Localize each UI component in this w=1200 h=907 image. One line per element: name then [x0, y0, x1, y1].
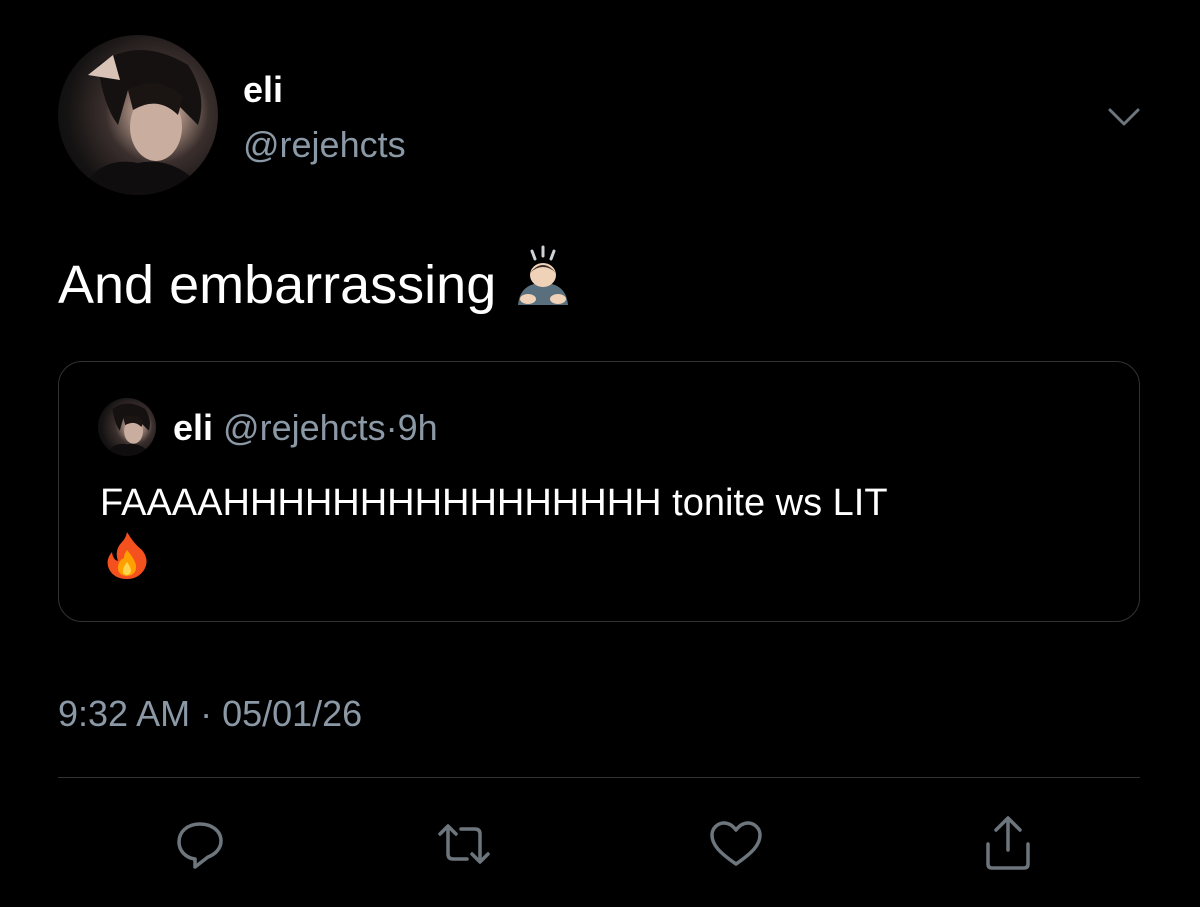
share-icon: [986, 816, 1030, 870]
heart-icon: [710, 821, 762, 866]
chevron-down-icon: [1108, 108, 1140, 126]
avatar-photo: [105, 403, 153, 456]
retweet-button[interactable]: [434, 814, 494, 874]
quoted-author-name: eli: [173, 407, 214, 448]
action-bar-divider: [58, 777, 1140, 778]
tweet-timestamp[interactable]: 9:32 AM · 05/01/26: [58, 692, 362, 736]
author-handle[interactable]: @rejehcts: [243, 123, 406, 167]
retweet-icon: [438, 824, 490, 864]
quoted-author-handle: @rejehcts: [223, 407, 386, 448]
avatar-photo: [78, 50, 208, 195]
author-avatar[interactable]: [58, 35, 218, 195]
header-separator: ·: [385, 407, 398, 448]
quoted-tweet-text: FAAAAHHHHHHHHHHHHHHHH tonite ws LIT: [100, 482, 888, 524]
tweet-text-container: And embarrassing: [58, 245, 576, 324]
quoted-author-avatar: [98, 398, 156, 456]
like-button[interactable]: [706, 814, 766, 874]
person-bowing-emoji: [510, 243, 576, 324]
more-options-button[interactable]: [1104, 100, 1144, 132]
reply-icon: [177, 822, 223, 869]
quoted-tweet-time: 9h: [397, 407, 438, 448]
fire-emoji: [104, 530, 150, 585]
reply-button[interactable]: [170, 814, 230, 874]
quoted-tweet-card[interactable]: eli @rejehcts·9h FAAAAHHHHHHHHHHHHHHHH t…: [58, 361, 1140, 622]
quoted-tweet-header: eli @rejehcts·9h: [173, 406, 438, 450]
share-button[interactable]: [978, 814, 1038, 874]
author-display-name[interactable]: eli: [243, 68, 283, 112]
tweet-text: And embarrassing: [58, 255, 497, 315]
